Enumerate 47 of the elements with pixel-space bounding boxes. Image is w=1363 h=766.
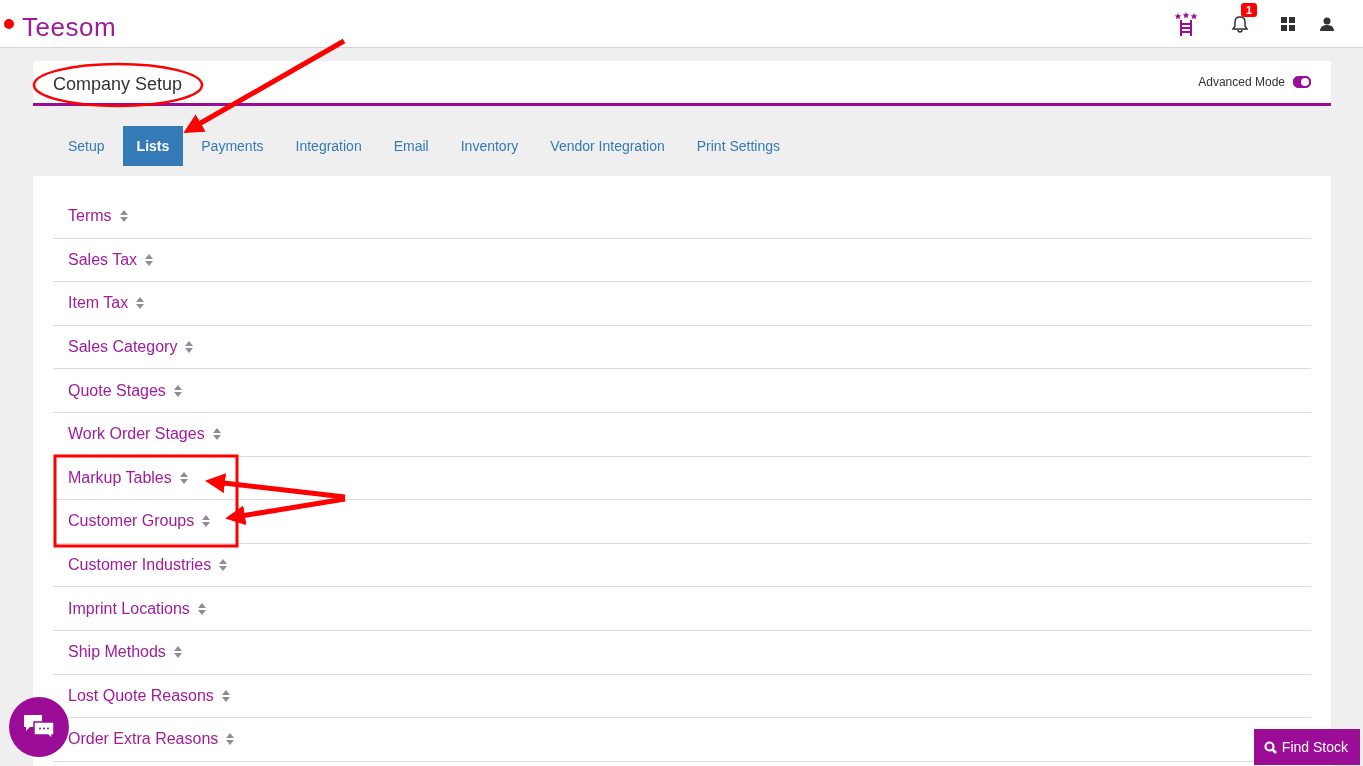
list-section-link[interactable]: Order Extra Reasons <box>68 730 219 749</box>
status-dot-icon <box>4 18 14 29</box>
tab[interactable]: Lists <box>122 126 184 166</box>
list-section-link[interactable]: Sales Tax <box>68 250 138 269</box>
sort-icon[interactable] <box>136 297 145 310</box>
search-icon <box>1263 740 1277 754</box>
ladder-stars-icon[interactable] <box>1174 11 1198 36</box>
list-section-link[interactable]: Markup Tables <box>68 468 172 487</box>
tab[interactable]: Print Settings <box>682 126 794 166</box>
logo[interactable]: Teesom <box>22 4 117 43</box>
tab[interactable]: Vendor Integration <box>536 126 679 166</box>
tab[interactable]: Setup <box>54 126 119 166</box>
list-section-link[interactable]: Quote Stages <box>68 381 166 400</box>
sort-icon[interactable] <box>185 341 194 354</box>
list-section-link[interactable]: Work Order Stages <box>68 425 205 444</box>
list-section-link[interactable]: Imprint Locations <box>68 599 190 618</box>
list-section-link[interactable]: Customer Groups <box>68 512 195 531</box>
sort-icon[interactable] <box>219 559 228 572</box>
sort-icon[interactable] <box>197 602 206 615</box>
sort-icon[interactable] <box>179 471 188 484</box>
sort-icon[interactable] <box>221 689 230 702</box>
chat-button[interactable] <box>9 697 69 757</box>
page-title: Company Setup <box>53 72 183 95</box>
find-stock-button[interactable]: Find Stock <box>1253 729 1360 765</box>
list-section-link[interactable]: Sales Category <box>68 338 178 357</box>
list-section-link[interactable]: Lost Quote Reasons <box>68 686 214 705</box>
sort-icon[interactable] <box>119 210 128 223</box>
list-section-link[interactable]: Ship Methods <box>68 643 166 662</box>
sort-icon[interactable] <box>173 646 182 659</box>
sort-icon[interactable] <box>212 428 221 441</box>
user-icon[interactable] <box>1320 16 1334 31</box>
bell-icon[interactable] <box>1231 14 1249 33</box>
list-section-link[interactable]: Item Tax <box>68 294 129 313</box>
list-section-link[interactable]: Terms <box>68 207 112 226</box>
advanced-mode-label: Advanced Mode <box>1198 75 1285 89</box>
sort-icon[interactable] <box>226 733 235 746</box>
tab[interactable]: Inventory <box>446 126 533 166</box>
tab[interactable]: Integration <box>281 126 376 166</box>
notification-count: 1 <box>1241 2 1258 17</box>
grid-icon[interactable] <box>1281 16 1295 31</box>
list-section-link[interactable]: Customer Industries <box>68 556 212 575</box>
sort-icon[interactable] <box>202 515 211 528</box>
sort-icon[interactable] <box>145 253 154 266</box>
tab[interactable]: Email <box>379 126 443 166</box>
tab[interactable]: Payments <box>187 126 278 166</box>
advanced-mode-toggle[interactable] <box>1293 76 1311 88</box>
sort-icon[interactable] <box>173 384 182 397</box>
